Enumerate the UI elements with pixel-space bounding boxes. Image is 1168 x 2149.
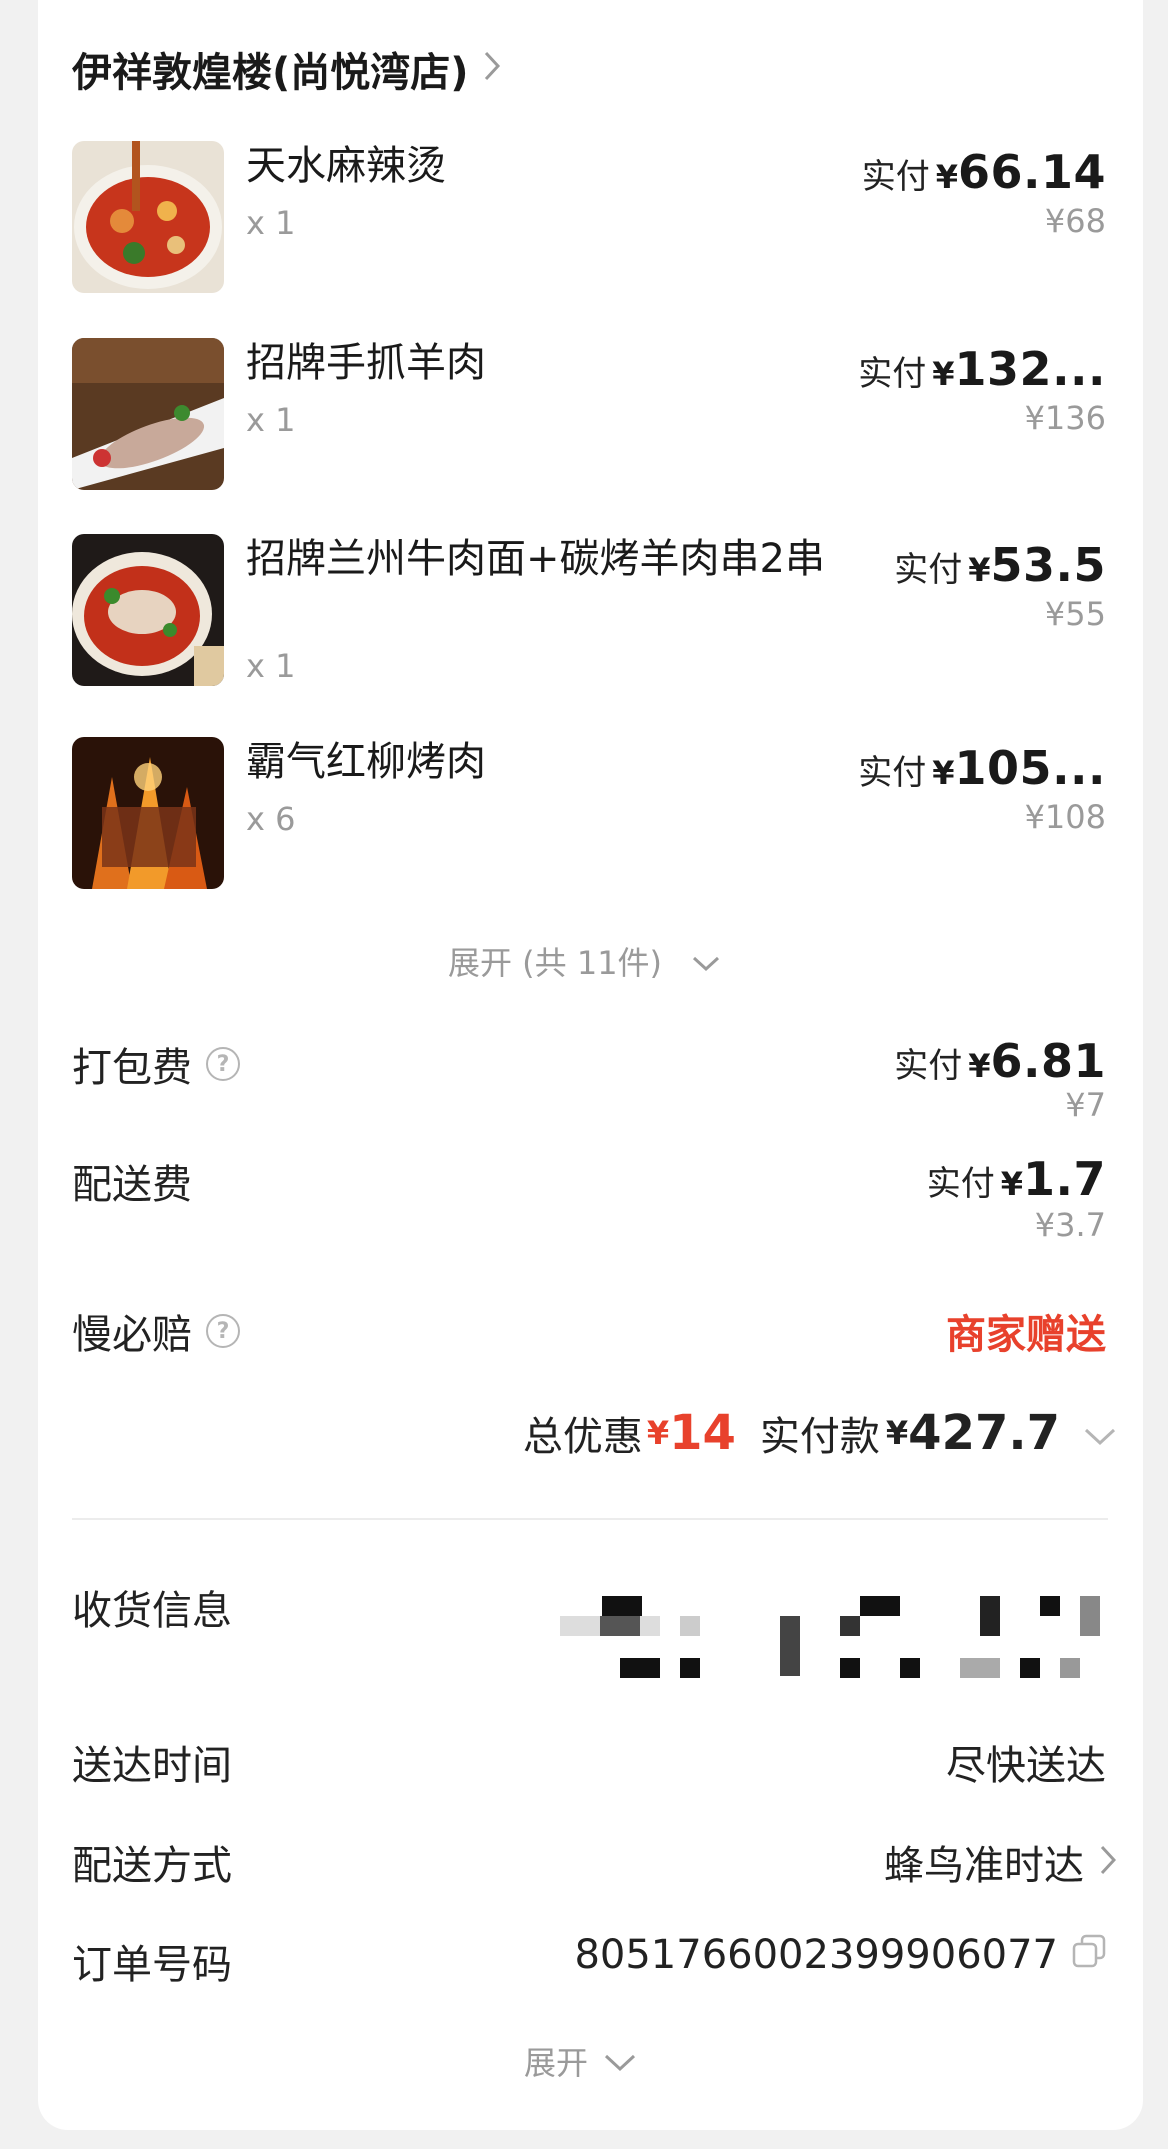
item-original-price: ¥136 xyxy=(1024,399,1106,437)
delivery-method-label: 配送方式 xyxy=(72,1843,232,1889)
shop-name: 伊祥敦煌楼(尚悦湾店) xyxy=(72,50,469,96)
paid-total-amount: 427.7 xyxy=(908,1405,1060,1461)
item-paid: 实付 ¥132... xyxy=(858,342,1106,396)
expand-items-label: 展开 (共 11件) xyxy=(448,944,663,982)
item-thumbnail[interactable] xyxy=(72,338,224,490)
item-thumbnail[interactable] xyxy=(72,534,224,686)
late-comp-label: 慢必赔 ? xyxy=(72,1302,240,1360)
item-name: 霸气红柳烤肉 xyxy=(246,739,486,785)
item-paid: 实付 ¥66.14 xyxy=(861,145,1106,199)
copy-icon[interactable] xyxy=(1072,1932,1106,1978)
chevron-down-icon xyxy=(692,942,720,980)
item-name: 天水麻辣烫 xyxy=(246,143,446,189)
delivery-method-link[interactable]: 蜂鸟准时达 xyxy=(884,1833,1117,1891)
discount-currency: ¥ xyxy=(646,1414,670,1452)
item-paid: 实付 ¥105... xyxy=(858,741,1106,795)
address-label: 收货信息 xyxy=(72,1588,232,1634)
item-thumbnail[interactable] xyxy=(72,737,224,889)
delivery-time-value: 尽快送达 xyxy=(946,1743,1106,1789)
expand-info-button[interactable]: 展开 xyxy=(524,2038,636,2084)
delivery-time-label: 送达时间 xyxy=(72,1743,232,1789)
address-value-redacted xyxy=(560,1596,1120,1680)
item-qty: x 1 xyxy=(246,204,296,242)
discount-amount: 14 xyxy=(669,1405,736,1461)
delivery-fee-paid: 实付 ¥1.7 xyxy=(926,1152,1106,1206)
item-original-price: ¥68 xyxy=(1044,202,1106,240)
item-original-price: ¥108 xyxy=(1024,798,1106,836)
item-name: 招牌兰州牛肉面+碳烤羊肉串2串 xyxy=(246,536,825,582)
packing-fee-original: ¥7 xyxy=(1065,1086,1106,1124)
paid-total-currency: ¥ xyxy=(885,1414,909,1452)
packing-fee-label: 打包费 ? xyxy=(72,1035,240,1093)
chevron-down-icon xyxy=(1084,1410,1116,1456)
chevron-right-icon xyxy=(483,46,501,92)
shop-name-link[interactable]: 伊祥敦煌楼(尚悦湾店) xyxy=(72,40,501,98)
item-paid: 实付 ¥53.5 xyxy=(894,538,1106,592)
item-name: 招牌手抓羊肉 xyxy=(246,340,486,386)
discount-label: 总优惠 xyxy=(522,1414,643,1460)
delivery-fee-label: 配送费 xyxy=(72,1162,192,1208)
packing-fee-paid: 实付 ¥6.81 xyxy=(894,1034,1106,1088)
delivery-fee-original: ¥3.7 xyxy=(1034,1206,1106,1244)
late-comp-value: 商家赠送 xyxy=(946,1312,1106,1358)
expand-items-button[interactable]: 展开 (共 11件) xyxy=(448,938,720,984)
order-number-label: 订单号码 xyxy=(72,1942,232,1988)
paid-total-label: 实付款 xyxy=(759,1414,880,1460)
chevron-down-icon xyxy=(604,2042,636,2080)
help-icon[interactable]: ? xyxy=(206,1047,240,1081)
item-original-price: ¥55 xyxy=(1044,595,1106,633)
help-icon[interactable]: ? xyxy=(206,1314,240,1348)
item-qty: x 1 xyxy=(246,647,296,685)
divider xyxy=(72,1518,1108,1520)
item-qty: x 1 xyxy=(246,401,296,439)
order-number-value: 8051766002399906077 xyxy=(574,1932,1058,1978)
chevron-right-icon xyxy=(1100,1839,1117,1885)
delivery-method-value: 蜂鸟准时达 xyxy=(884,1843,1084,1889)
expand-info-label: 展开 xyxy=(524,2044,589,2082)
item-qty: x 6 xyxy=(246,800,296,838)
order-summary[interactable]: 总优惠 ¥ 14 实付款 ¥ 427.7 xyxy=(523,1404,1116,1462)
order-number-row: 8051766002399906077 xyxy=(574,1932,1106,1978)
item-thumbnail[interactable] xyxy=(72,141,224,293)
